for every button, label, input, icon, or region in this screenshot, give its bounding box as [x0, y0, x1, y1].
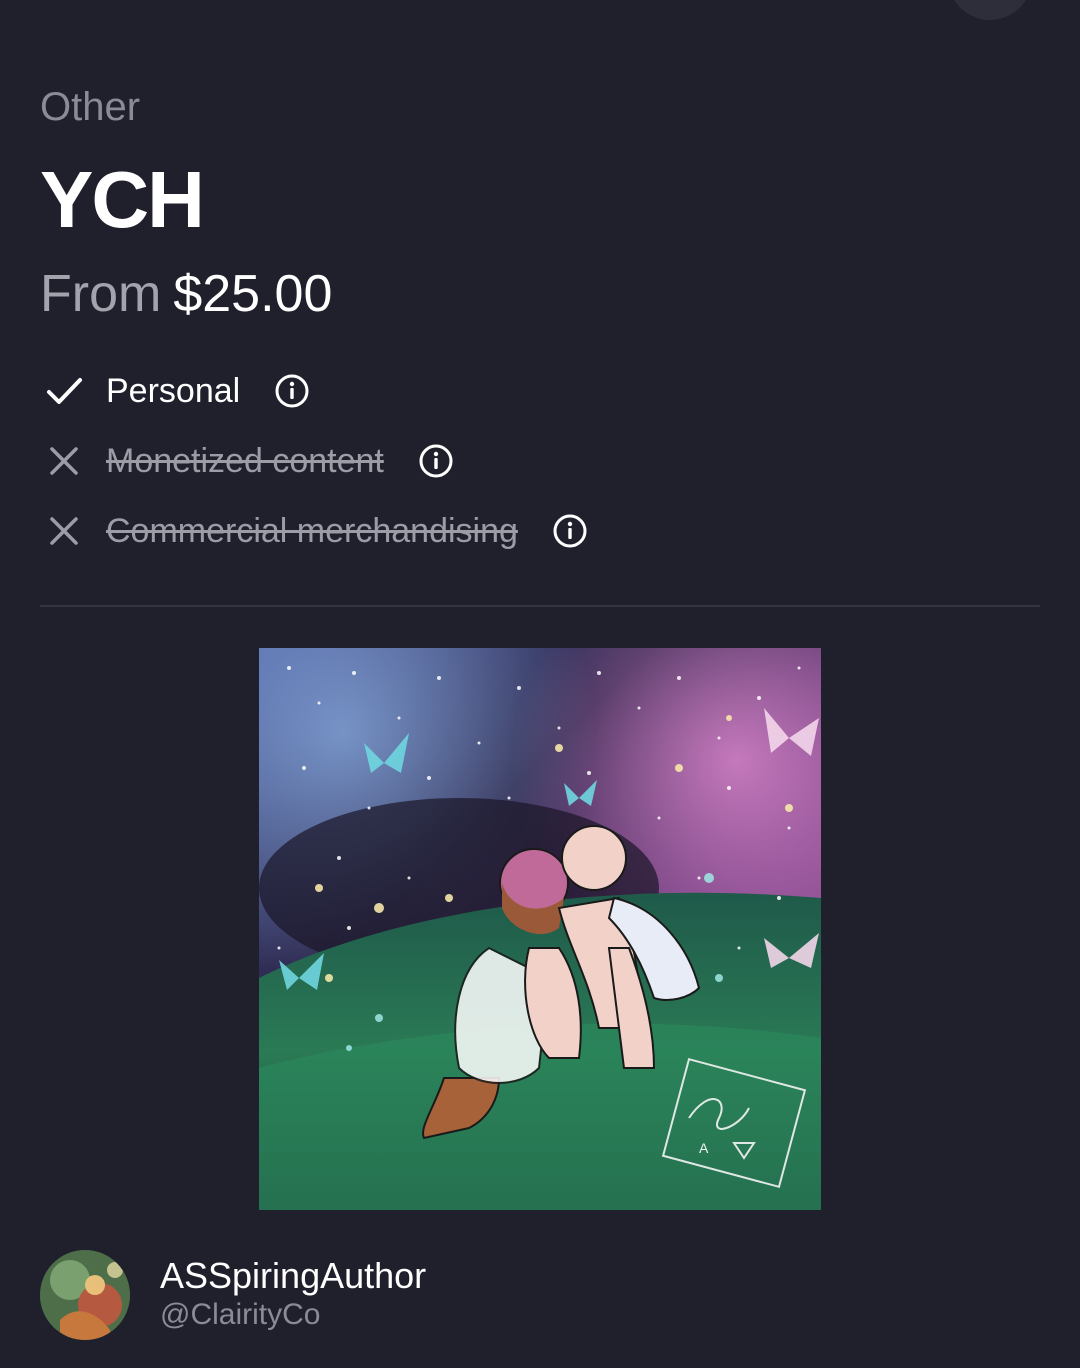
author-name[interactable]: ASSpiringAuthor	[160, 1256, 426, 1296]
artwork-image[interactable]: A	[259, 648, 821, 1210]
section-divider	[40, 605, 1040, 607]
close-icon	[40, 507, 88, 555]
info-icon[interactable]	[416, 441, 456, 481]
price-prefix: From	[40, 265, 162, 323]
usage-item-monetized: Monetized content	[40, 426, 1040, 496]
info-icon[interactable]	[272, 371, 312, 411]
usage-rights-list: Personal Monetized content Commercial me…	[40, 356, 1040, 566]
header-action-button[interactable]	[948, 0, 1032, 20]
check-icon	[40, 367, 88, 415]
author-card[interactable]: ASSpiringAuthor @ClairityCo	[40, 1250, 1040, 1342]
usage-label: Monetized content	[106, 441, 384, 480]
usage-label: Commercial merchandising	[106, 511, 518, 550]
listing-page: Other YCH From $25.00 Personal Monetized…	[0, 0, 1080, 1368]
usage-item-commercial: Commercial merchandising	[40, 496, 1040, 566]
listing-category: Other	[40, 85, 141, 129]
author-handle[interactable]: @ClairityCo	[160, 1298, 320, 1332]
listing-title: YCH	[40, 155, 205, 244]
price-row: From $25.00	[40, 264, 332, 324]
avatar[interactable]	[40, 1250, 130, 1340]
artwork-signature: A	[699, 1140, 709, 1156]
usage-label: Personal	[106, 371, 241, 410]
close-icon	[40, 437, 88, 485]
usage-item-personal: Personal	[40, 356, 1040, 426]
price-value: $25.00	[173, 265, 333, 323]
info-icon[interactable]	[550, 511, 590, 551]
